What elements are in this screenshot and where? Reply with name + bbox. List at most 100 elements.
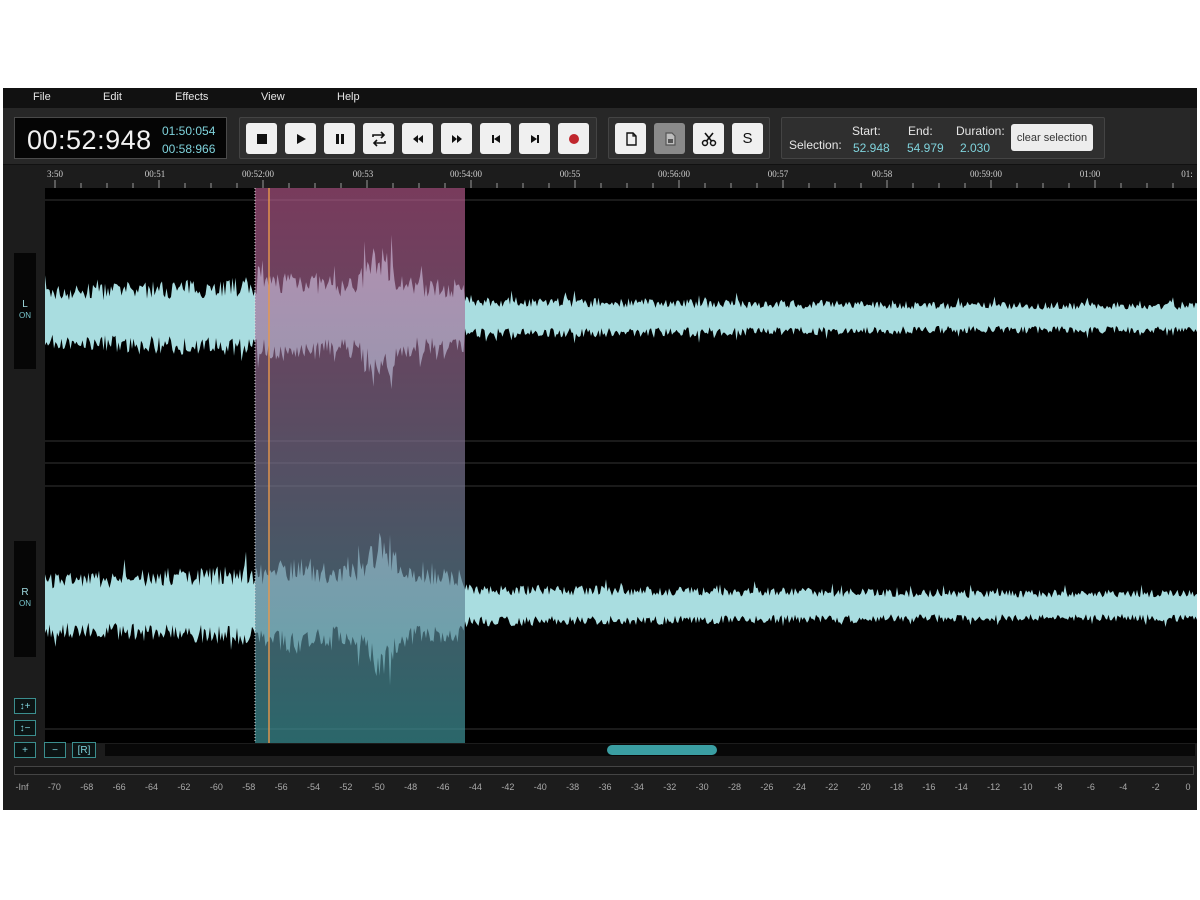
level-scale-label: -70 — [47, 782, 61, 792]
ruler-label: 00:53 — [352, 169, 374, 179]
selection-duration-value: 2.030 — [960, 141, 991, 155]
copy-icon — [625, 131, 637, 146]
total-time: 01:50:054 — [162, 124, 216, 138]
level-scale-label: -22 — [825, 782, 839, 792]
paste-button[interactable] — [654, 123, 685, 154]
level-scale-label: -44 — [468, 782, 482, 792]
menu-edit[interactable]: Edit — [103, 91, 122, 103]
ruler-label: 00:58 — [871, 169, 893, 179]
selection-label: Selection: — [789, 138, 842, 152]
waveform-right-channel — [45, 532, 1197, 686]
level-scale-label: -50 — [371, 782, 385, 792]
toolbar: 00:52:948 01:50:054 00:58:966 S Selectio… — [3, 108, 1197, 165]
play-button[interactable] — [285, 123, 316, 154]
level-scale-label: -56 — [274, 782, 288, 792]
menu-bar: File Edit Effects View Help — [3, 88, 1197, 108]
level-scale-label: -24 — [792, 782, 806, 792]
channel-letter: L — [22, 299, 28, 310]
horizontal-scrollbar[interactable] — [105, 744, 1195, 756]
channel-letter: R — [21, 587, 29, 598]
clear-selection-button[interactable]: clear selection — [1011, 124, 1093, 151]
level-scale-label: -Inf — [15, 782, 29, 792]
scrollbar-thumb[interactable] — [607, 745, 717, 755]
ruler-ticks — [54, 180, 1174, 188]
level-scale-label: -10 — [1019, 782, 1033, 792]
level-meter — [14, 766, 1194, 775]
loop-button[interactable] — [363, 123, 394, 154]
level-scale-label: -40 — [533, 782, 547, 792]
level-scale-label: -28 — [728, 782, 742, 792]
time-display: 00:52:948 01:50:054 00:58:966 — [14, 117, 227, 159]
scissors-icon — [701, 131, 716, 146]
menu-view[interactable]: View — [261, 91, 285, 103]
ruler-label: 01: — [1181, 169, 1193, 179]
pause-button[interactable] — [324, 123, 355, 154]
vertical-zoom-out-button[interactable]: ↕− — [14, 720, 36, 736]
level-scale-label: -18 — [889, 782, 904, 792]
menu-help[interactable]: Help — [337, 91, 360, 103]
level-scale-label: -36 — [598, 782, 612, 792]
zoom-in-button[interactable]: + — [14, 742, 36, 758]
level-scale-label: -38 — [566, 782, 580, 792]
waveform-canvas[interactable] — [45, 188, 1197, 743]
level-scale-label: -2 — [1151, 782, 1160, 792]
selection-duration-label: Duration: — [956, 124, 1005, 138]
paste-icon — [664, 131, 676, 146]
zoom-reset-button[interactable]: [R] — [72, 742, 96, 758]
level-scale-label: -34 — [630, 782, 644, 792]
ruler-label: 00:56:00 — [657, 169, 691, 179]
ruler-label: 00:55 — [559, 169, 581, 179]
time-ruler[interactable]: 3:50 00:51 00:52:00 00:53 00:54:00 00:55… — [45, 168, 1197, 188]
channel-state: ON — [19, 599, 31, 608]
level-scale-label: 0 — [1185, 782, 1191, 792]
ruler-label: 3:50 — [46, 169, 64, 179]
selection-end-value: 54.979 — [907, 141, 944, 155]
level-scale-label: -32 — [663, 782, 677, 792]
ruler-label: 00:51 — [144, 169, 166, 179]
skip-end-button[interactable] — [519, 123, 550, 154]
ruler-label: 00:57 — [767, 169, 789, 179]
current-time: 00:52:948 — [27, 125, 152, 155]
cut-button[interactable] — [693, 123, 724, 154]
selection-end-label: End: — [908, 124, 933, 138]
channel-state: ON — [19, 311, 31, 320]
remaining-time: 00:58:966 — [162, 142, 216, 156]
menu-effects[interactable]: Effects — [175, 91, 208, 103]
level-scale-label: -68 — [80, 782, 94, 792]
channel-left-label[interactable]: L ON — [14, 253, 36, 369]
level-scale-label: -16 — [922, 782, 936, 792]
zoom-out-button[interactable]: − — [44, 742, 66, 758]
waveform-display — [45, 188, 1197, 743]
rewind-button[interactable] — [402, 123, 433, 154]
record-button[interactable] — [558, 123, 589, 154]
fast-forward-button[interactable] — [441, 123, 472, 154]
level-scale-label: -26 — [760, 782, 774, 792]
vertical-zoom-in-button[interactable]: ↕+ — [14, 698, 36, 714]
level-scale-label: -20 — [857, 782, 871, 792]
level-scale-label: -30 — [695, 782, 709, 792]
copy-button[interactable] — [615, 123, 646, 154]
level-scale-label: -60 — [209, 782, 223, 792]
level-scale-label: -62 — [177, 782, 191, 792]
level-meter-scale: -Inf -70 -68 -66 -64 -62 -60 -58 -56 -54 -52 -50 -48… — [14, 782, 1194, 796]
s-button[interactable]: S — [732, 123, 763, 154]
transport-controls — [239, 117, 597, 159]
pause-icon — [335, 133, 344, 144]
level-scale-label: -66 — [112, 782, 126, 792]
level-scale-label: -6 — [1086, 782, 1095, 792]
level-scale-label: -58 — [242, 782, 256, 792]
rewind-icon — [412, 134, 423, 143]
level-scale-label: -12 — [987, 782, 1001, 792]
selection-region[interactable] — [255, 188, 465, 743]
menu-file[interactable]: File — [33, 91, 51, 103]
loop-icon — [371, 130, 386, 147]
skip-start-button[interactable] — [480, 123, 511, 154]
level-scale-label: -52 — [339, 782, 353, 792]
level-scale-label: -46 — [436, 782, 450, 792]
stop-button[interactable] — [246, 123, 277, 154]
level-scale-label: -64 — [145, 782, 159, 792]
channel-right-label[interactable]: R ON — [14, 541, 36, 657]
level-scale-label: -4 — [1119, 782, 1128, 792]
audio-editor-window: File Edit Effects View Help 00:52:948 01… — [3, 88, 1197, 810]
ruler-label: 01:00 — [1079, 169, 1101, 179]
